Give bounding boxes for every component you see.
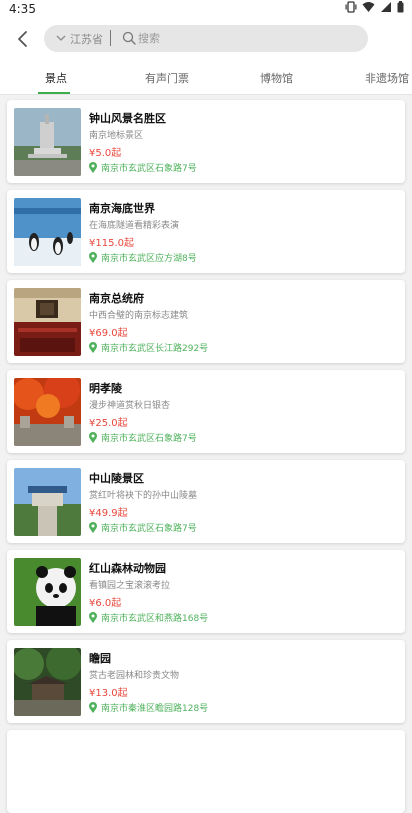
item-address: 南京市玄武区长江路292号 — [101, 344, 209, 354]
tab-audio-tickets[interactable]: 有声门票 — [145, 70, 189, 86]
battery-icon — [397, 1, 404, 13]
item-price: ¥115.0起 — [89, 238, 134, 249]
tab-scenic-spots[interactable]: 景点 — [45, 70, 67, 86]
item-title: 瞻园 — [89, 652, 111, 665]
item-address: 南京市秦淮区瞻园路128号 — [101, 704, 209, 714]
location-pin-icon — [89, 522, 97, 533]
location-pin-icon — [89, 252, 97, 263]
mausoleum-photo — [14, 468, 81, 536]
location-pin-icon — [89, 432, 97, 443]
item-price: ¥13.0起 — [89, 688, 128, 699]
search-bar: 江苏省 — [44, 25, 368, 52]
list-item[interactable]: 明孝陵 漫步神道赏秋日银杏 ¥25.0起 南京市玄武区石象路7号 — [7, 370, 405, 453]
list-item[interactable] — [7, 730, 405, 813]
item-address: 南京市玄武区和燕路168号 — [101, 614, 209, 624]
signal-icon — [381, 2, 391, 12]
item-address-row: 南京市秦淮区瞻园路128号 — [89, 701, 208, 714]
search-icon — [122, 31, 136, 45]
list-item[interactable]: 南京总统府 中西合璧的南京标志建筑 ¥69.0起 南京市玄武区长江路292号 — [7, 280, 405, 363]
status-time: 4:35 — [9, 2, 36, 16]
item-title: 南京海底世界 — [89, 202, 155, 215]
presidential-hall-photo — [14, 288, 81, 356]
item-address-row: 南京市玄武区和燕路168号 — [89, 611, 208, 624]
search-divider — [110, 30, 111, 46]
item-subtitle: 漫步神道赏秋日银杏 — [89, 401, 171, 411]
list-item[interactable]: 瞻园 赏古老园林和珍贵文物 ¥13.0起 南京市秦淮区瞻园路128号 — [7, 640, 405, 723]
item-subtitle: 赏古老园林和珍贵文物 — [89, 671, 180, 681]
search-input[interactable] — [138, 28, 338, 48]
province-selector[interactable]: 江苏省 — [70, 31, 103, 47]
item-address-row: 南京市玄武区长江路292号 — [89, 341, 208, 354]
item-address-row: 南京市玄武区石象路7号 — [89, 431, 197, 444]
item-address-row: 南京市玄武区石象路7号 — [89, 161, 197, 174]
item-price: ¥69.0起 — [89, 328, 128, 339]
item-price: ¥25.0起 — [89, 418, 128, 429]
item-subtitle: 在海底隧道看精彩表演 — [89, 221, 180, 231]
item-address: 南京市玄武区应方湖8号 — [101, 254, 197, 264]
list-item[interactable]: 红山森林动物园 看镇园之宝滚滚考拉 ¥6.0起 南京市玄武区和燕路168号 — [7, 550, 405, 633]
panda-photo — [14, 558, 81, 626]
autumn-trees-photo — [14, 378, 81, 446]
location-pin-icon — [89, 702, 97, 713]
item-address-row: 南京市玄武区石象路7号 — [89, 521, 197, 534]
back-arrow-icon[interactable] — [12, 28, 34, 50]
status-icons — [345, 1, 404, 13]
top-bar: 江苏省 — [0, 18, 412, 62]
tab-heritage-venues[interactable]: 非遗场馆 — [365, 70, 409, 86]
location-pin-icon — [89, 612, 97, 623]
item-title: 钟山风景名胜区 — [89, 112, 166, 125]
item-subtitle: 中西合璧的南京标志建筑 — [89, 311, 189, 321]
item-address: 南京市玄武区石象路7号 — [101, 164, 197, 174]
location-pin-icon — [89, 162, 97, 173]
tab-museums[interactable]: 博物馆 — [260, 70, 293, 86]
list-item[interactable]: 钟山风景名胜区 南京地标景区 ¥5.0起 南京市玄武区石象路7号 — [7, 100, 405, 183]
item-price: ¥6.0起 — [89, 598, 122, 609]
item-price: ¥49.9起 — [89, 508, 128, 519]
item-address: 南京市玄武区石象路7号 — [101, 434, 197, 444]
wifi-icon — [362, 2, 375, 12]
status-bar: 4:35 — [0, 0, 412, 18]
category-tabs: 景点 有声门票 博物馆 非遗场馆 — [0, 62, 412, 95]
list-item[interactable]: 中山陵景区 赏红叶将袂下的孙中山陵墓 ¥49.9起 南京市玄武区石象路7号 — [7, 460, 405, 543]
vibrate-icon — [345, 1, 357, 13]
aquarium-penguin-photo — [14, 198, 81, 266]
item-address: 南京市玄武区石象路7号 — [101, 524, 197, 534]
item-title: 红山森林动物园 — [89, 562, 166, 575]
item-title: 南京总统府 — [89, 292, 144, 305]
item-title: 明孝陵 — [89, 382, 122, 395]
location-pin-icon — [89, 342, 97, 353]
monument-photo — [14, 108, 81, 176]
garden-photo — [14, 648, 81, 716]
item-subtitle: 南京地标景区 — [89, 131, 144, 141]
list-item[interactable]: 南京海底世界 在海底隧道看精彩表演 ¥115.0起 南京市玄武区应方湖8号 — [7, 190, 405, 273]
chevron-down-icon[interactable] — [56, 34, 66, 42]
item-address-row: 南京市玄武区应方湖8号 — [89, 251, 197, 264]
item-title: 中山陵景区 — [89, 472, 144, 485]
item-subtitle: 看镇园之宝滚滚考拉 — [89, 581, 171, 591]
item-price: ¥5.0起 — [89, 148, 122, 159]
item-subtitle: 赏红叶将袂下的孙中山陵墓 — [89, 491, 198, 501]
tab-active-indicator — [38, 92, 70, 94]
